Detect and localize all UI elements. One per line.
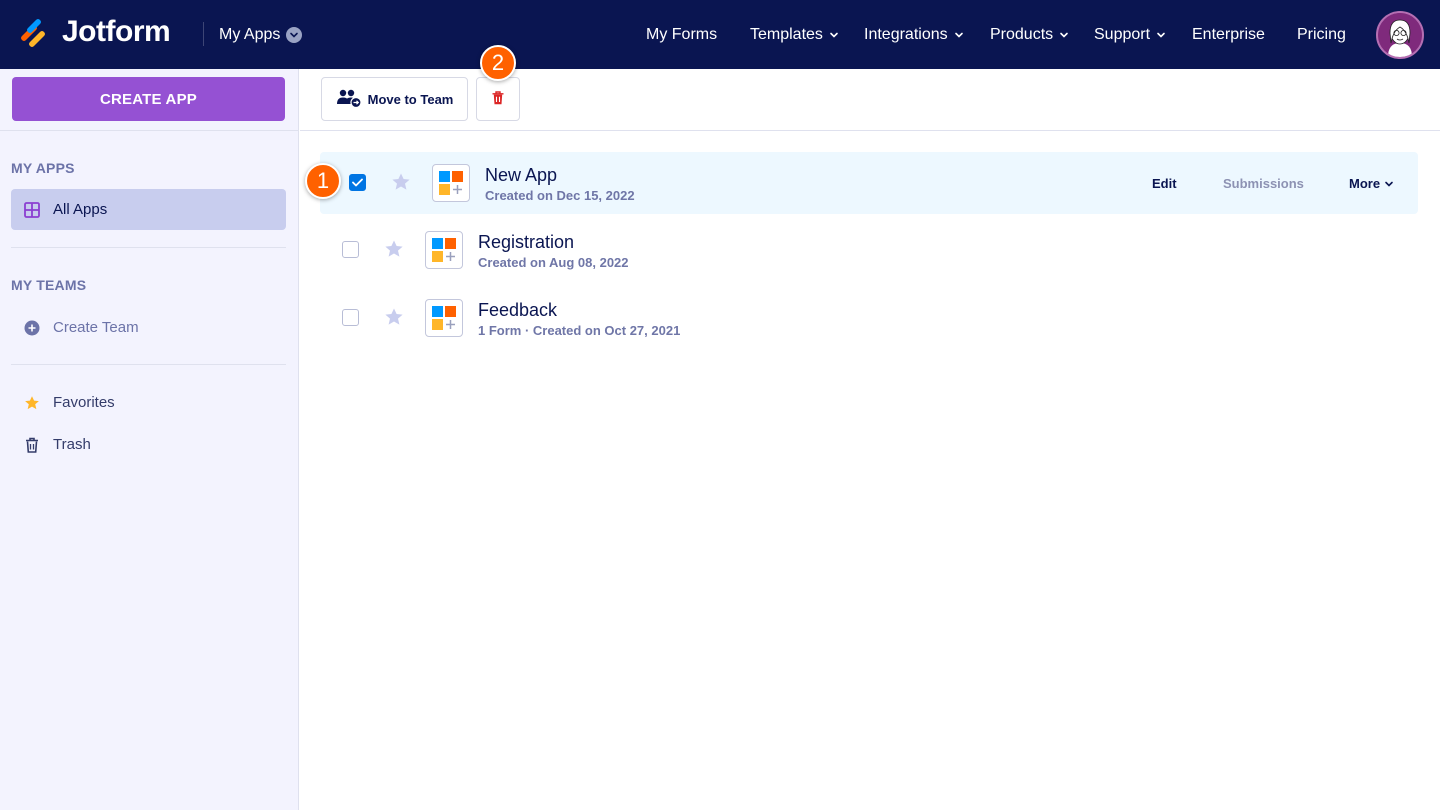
step-badge-1: 1 xyxy=(305,163,341,199)
app-thumbnail-icon[interactable] xyxy=(425,299,463,337)
create-app-button[interactable]: CREATE APP xyxy=(12,77,285,121)
nav-templates[interactable]: Templates xyxy=(750,24,839,46)
sidebar-item-all-apps[interactable]: All Apps xyxy=(11,189,286,230)
sidebar-item-label: All Apps xyxy=(53,201,108,218)
plus-circle-icon xyxy=(24,320,40,336)
header-divider xyxy=(203,22,204,46)
nav-products-label: Products xyxy=(990,26,1054,43)
sidebar-item-label: Trash xyxy=(53,436,91,453)
app-thumbnail-icon[interactable] xyxy=(425,231,463,269)
sidebar-item-create-team[interactable]: Create Team xyxy=(11,307,286,348)
jotform-logo-icon[interactable] xyxy=(18,16,48,48)
sidebar: CREATE APP MY APPS All Apps MY TEAMS Cre… xyxy=(0,69,299,810)
apps-grid-icon xyxy=(24,201,40,218)
nav-pricing-label: Pricing xyxy=(1297,26,1346,43)
sidebar-divider xyxy=(11,247,286,248)
app-subtitle: 1 Form · Created on Oct 27, 2021 xyxy=(478,323,681,338)
nav-my-forms[interactable]: My Forms xyxy=(646,24,717,46)
chevron-down-icon xyxy=(1060,32,1068,38)
favorite-star-icon[interactable] xyxy=(391,172,411,192)
edit-app-button[interactable]: Edit xyxy=(1152,176,1177,191)
more-options-button[interactable]: More xyxy=(1349,176,1394,191)
app-subtitle: Created on Dec 15, 2022 xyxy=(485,188,635,203)
chevron-down-icon xyxy=(286,27,303,43)
delete-button[interactable] xyxy=(476,77,520,121)
my-apps-switcher-label: My Apps xyxy=(219,26,281,43)
checkmark-icon xyxy=(352,178,363,187)
step-badge-2: 2 xyxy=(480,45,516,81)
brand-name[interactable]: Jotform xyxy=(62,15,171,49)
sidebar-item-trash[interactable]: Trash xyxy=(11,424,286,465)
app-subtitle: Created on Aug 08, 2022 xyxy=(478,255,629,270)
nav-integrations[interactable]: Integrations xyxy=(864,24,964,46)
nav-my-forms-label: My Forms xyxy=(646,26,718,43)
nav-integrations-label: Integrations xyxy=(864,26,948,43)
sidebar-divider xyxy=(0,130,299,131)
nav-enterprise[interactable]: Enterprise xyxy=(1192,24,1265,46)
more-options-label: More xyxy=(1349,176,1381,191)
star-icon xyxy=(24,395,40,411)
chevron-down-icon xyxy=(1157,32,1165,38)
sidebar-item-label: Favorites xyxy=(53,394,115,411)
app-title[interactable]: Registration xyxy=(478,232,574,253)
nav-templates-label: Templates xyxy=(750,26,823,43)
bulk-actions-toolbar: Move to Team xyxy=(300,69,1440,131)
favorite-star-icon[interactable] xyxy=(384,239,404,259)
nav-pricing[interactable]: Pricing xyxy=(1297,24,1346,46)
app-select-checkbox[interactable] xyxy=(342,241,359,258)
move-to-team-label: Move to Team xyxy=(367,91,454,107)
app-select-checkbox[interactable] xyxy=(349,174,366,191)
trash-icon xyxy=(24,437,40,453)
chevron-down-icon xyxy=(1385,181,1393,187)
chevron-down-icon xyxy=(830,32,838,38)
team-move-icon xyxy=(336,88,362,111)
user-avatar[interactable] xyxy=(1376,11,1424,59)
app-select-checkbox[interactable] xyxy=(342,309,359,326)
app-title[interactable]: New App xyxy=(485,165,557,186)
nav-support-label: Support xyxy=(1094,26,1151,43)
sidebar-item-favorites[interactable]: Favorites xyxy=(11,382,286,423)
top-navigation-bar: Jotform My Apps My Forms Templates Integ… xyxy=(0,0,1440,69)
favorite-star-icon[interactable] xyxy=(384,307,404,327)
submissions-button[interactable]: Submissions xyxy=(1223,176,1304,191)
my-apps-section-title: MY APPS xyxy=(11,160,75,176)
my-apps-switcher[interactable]: My Apps xyxy=(219,24,303,46)
sidebar-item-label: Create Team xyxy=(53,319,139,336)
sidebar-divider xyxy=(11,364,286,365)
chevron-down-icon xyxy=(954,32,963,38)
avatar-illustration-icon xyxy=(1378,13,1422,57)
nav-support[interactable]: Support xyxy=(1094,24,1166,46)
app-title[interactable]: Feedback xyxy=(478,300,557,321)
nav-products[interactable]: Products xyxy=(990,24,1069,46)
trash-icon xyxy=(492,90,504,108)
app-thumbnail-icon[interactable] xyxy=(432,164,470,202)
my-teams-section-title: MY TEAMS xyxy=(11,277,87,293)
nav-enterprise-label: Enterprise xyxy=(1192,26,1265,43)
move-to-team-button[interactable]: Move to Team xyxy=(321,77,468,121)
